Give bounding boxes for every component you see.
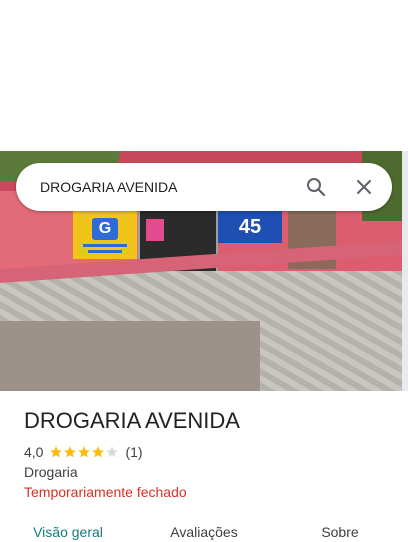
promo-sign-text: 45 bbox=[238, 215, 262, 238]
rating-value: 4,0 bbox=[24, 444, 44, 460]
rating-row[interactable]: 4,0 (1) bbox=[24, 444, 143, 460]
pharmacy-sign-logo: G bbox=[92, 217, 118, 240]
photo-ground bbox=[0, 321, 260, 391]
tab-reviews[interactable]: Avaliações bbox=[136, 512, 272, 542]
star-icon bbox=[50, 446, 63, 458]
place-tabs: Visão geral Avaliações Sobre bbox=[0, 512, 408, 542]
pharmacy-sign-line bbox=[83, 243, 127, 247]
tab-about[interactable]: Sobre bbox=[272, 512, 408, 542]
star-icon bbox=[78, 446, 91, 458]
place-status: Temporariamente fechado bbox=[24, 484, 187, 500]
search-icon[interactable] bbox=[304, 175, 328, 199]
star-icon bbox=[64, 446, 77, 458]
pharmacy-sign: G bbox=[73, 211, 137, 259]
reviews-count[interactable]: (1) bbox=[125, 444, 142, 460]
place-title: DROGARIA AVENIDA bbox=[24, 408, 240, 433]
star-empty-icon bbox=[106, 446, 119, 458]
star-icon bbox=[92, 446, 105, 458]
scrollbar[interactable] bbox=[402, 151, 408, 391]
door-poster bbox=[146, 219, 164, 241]
pharmacy-sign-line bbox=[88, 249, 122, 253]
promo-sign: 45 bbox=[218, 211, 282, 243]
rating-stars bbox=[49, 445, 119, 459]
close-icon[interactable] bbox=[352, 175, 376, 199]
search-input[interactable]: DROGARIA AVENIDA bbox=[40, 179, 304, 195]
place-category[interactable]: Drogaria bbox=[24, 464, 78, 480]
search-box[interactable]: DROGARIA AVENIDA bbox=[16, 163, 392, 211]
tab-overview[interactable]: Visão geral bbox=[0, 512, 136, 542]
